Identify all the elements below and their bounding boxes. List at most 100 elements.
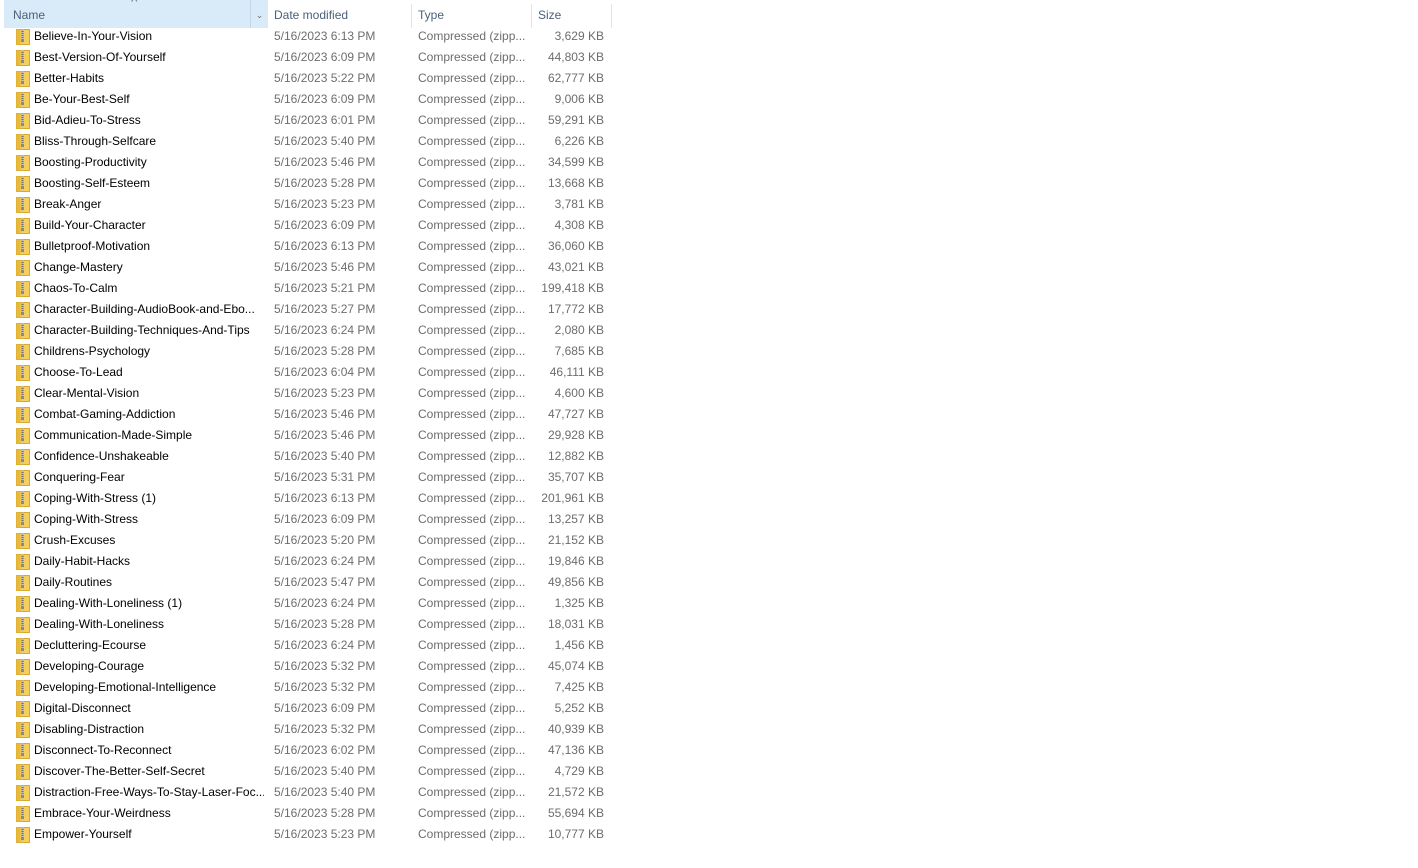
column-header-type[interactable]: Type: [412, 0, 532, 28]
file-row[interactable]: Discover-The-Better-Self-Secret 5/16/202…: [0, 761, 612, 782]
file-name: Combat-Gaming-Addiction: [34, 407, 176, 421]
file-row[interactable]: Best-Version-Of-Yourself 5/16/2023 6:09 …: [0, 47, 612, 68]
zip-folder-icon: [16, 470, 30, 486]
file-name: Dealing-With-Loneliness (1): [34, 596, 183, 610]
file-row[interactable]: Distraction-Free-Ways-To-Stay-Laser-Foc.…: [0, 782, 612, 803]
file-date-modified: 5/16/2023 6:04 PM: [274, 365, 376, 379]
file-size: 17,772 KB: [547, 302, 604, 316]
file-row[interactable]: Decluttering-Ecourse 5/16/2023 6:24 PM C…: [0, 635, 612, 656]
file-type: Compressed (zipp...: [418, 197, 526, 211]
file-row[interactable]: Developing-Courage 5/16/2023 5:32 PM Com…: [0, 656, 612, 677]
zip-folder-icon: [16, 512, 30, 528]
file-type: Compressed (zipp...: [418, 659, 526, 673]
file-date-modified: 5/16/2023 5:32 PM: [274, 659, 376, 673]
file-row[interactable]: Believe-In-Your-Vision 5/16/2023 6:13 PM…: [0, 26, 612, 47]
file-row[interactable]: Empower-Yourself 5/16/2023 5:23 PM Compr…: [0, 824, 612, 845]
column-divider[interactable]: [611, 4, 612, 28]
file-type: Compressed (zipp...: [418, 71, 526, 85]
file-type: Compressed (zipp...: [418, 281, 526, 295]
file-size: 13,668 KB: [547, 176, 604, 190]
file-row[interactable]: Coping-With-Stress 5/16/2023 6:09 PM Com…: [0, 509, 612, 530]
file-row[interactable]: Embrace-Your-Weirdness 5/16/2023 5:28 PM…: [0, 803, 612, 824]
zip-folder-icon: [16, 764, 30, 780]
file-row[interactable]: Daily-Habit-Hacks 5/16/2023 6:24 PM Comp…: [0, 551, 612, 572]
file-row[interactable]: Chaos-To-Calm 5/16/2023 5:21 PM Compress…: [0, 278, 612, 299]
file-row[interactable]: Crush-Excuses 5/16/2023 5:20 PM Compress…: [0, 530, 612, 551]
file-type: Compressed (zipp...: [418, 92, 526, 106]
file-row[interactable]: Conquering-Fear 5/16/2023 5:31 PM Compre…: [0, 467, 612, 488]
file-row[interactable]: Clear-Mental-Vision 5/16/2023 5:23 PM Co…: [0, 383, 612, 404]
file-row[interactable]: Communication-Made-Simple 5/16/2023 5:46…: [0, 425, 612, 446]
file-row[interactable]: Build-Your-Character 5/16/2023 6:09 PM C…: [0, 215, 612, 236]
file-row[interactable]: Coping-With-Stress (1) 5/16/2023 6:13 PM…: [0, 488, 612, 509]
zip-folder-icon: [16, 806, 30, 822]
file-row[interactable]: Bulletproof-Motivation 5/16/2023 6:13 PM…: [0, 236, 612, 257]
file-name: Character-Building-AudioBook-and-Ebo...: [34, 302, 255, 316]
file-row[interactable]: Boosting-Self-Esteem 5/16/2023 5:28 PM C…: [0, 173, 612, 194]
file-row[interactable]: Choose-To-Lead 5/16/2023 6:04 PM Compres…: [0, 362, 612, 383]
zip-folder-icon: [16, 344, 30, 360]
zip-folder-icon: [16, 680, 30, 696]
zip-folder-icon: [16, 407, 30, 423]
file-date-modified: 5/16/2023 5:28 PM: [274, 176, 376, 190]
file-type: Compressed (zipp...: [418, 722, 526, 736]
file-date-modified: 5/16/2023 5:46 PM: [274, 155, 376, 169]
file-type: Compressed (zipp...: [418, 449, 526, 463]
file-size: 4,600 KB: [554, 386, 604, 400]
zip-folder-icon: [16, 701, 30, 717]
file-type: Compressed (zipp...: [418, 806, 526, 820]
file-name: Boosting-Productivity: [34, 155, 147, 169]
file-row[interactable]: Confidence-Unshakeable 5/16/2023 5:40 PM…: [0, 446, 612, 467]
file-row[interactable]: Childrens-Psychology 5/16/2023 5:28 PM C…: [0, 341, 612, 362]
file-row[interactable]: Be-Your-Best-Self 5/16/2023 6:09 PM Comp…: [0, 89, 612, 110]
file-row[interactable]: Dealing-With-Loneliness (1) 5/16/2023 6:…: [0, 593, 612, 614]
file-name: Developing-Courage: [34, 659, 145, 673]
column-header-size[interactable]: Size: [532, 0, 611, 28]
file-size: 10,777 KB: [547, 827, 604, 841]
file-type: Compressed (zipp...: [418, 617, 526, 631]
file-row[interactable]: Disabling-Distraction 5/16/2023 5:32 PM …: [0, 719, 612, 740]
column-header-name-label: Name: [13, 8, 46, 22]
file-row[interactable]: Dealing-With-Loneliness 5/16/2023 5:28 P…: [0, 614, 612, 635]
zip-folder-icon: [16, 50, 30, 66]
file-row[interactable]: Character-Building-Techniques-And-Tips 5…: [0, 320, 612, 341]
file-size: 34,599 KB: [547, 155, 604, 169]
file-date-modified: 5/16/2023 5:40 PM: [274, 449, 376, 463]
file-row[interactable]: Combat-Gaming-Addiction 5/16/2023 5:46 P…: [0, 404, 612, 425]
file-row[interactable]: Change-Mastery 5/16/2023 5:46 PM Compres…: [0, 257, 612, 278]
file-row[interactable]: Disconnect-To-Reconnect 5/16/2023 6:02 P…: [0, 740, 612, 761]
zip-folder-icon: [16, 113, 30, 129]
file-type: Compressed (zipp...: [418, 323, 526, 337]
file-row[interactable]: Boosting-Productivity 5/16/2023 5:46 PM …: [0, 152, 612, 173]
file-date-modified: 5/16/2023 5:32 PM: [274, 722, 376, 736]
zip-folder-icon: [16, 197, 30, 213]
file-name: Empower-Yourself: [34, 827, 132, 841]
file-row[interactable]: Bliss-Through-Selfcare 5/16/2023 5:40 PM…: [0, 131, 612, 152]
file-size: 3,629 KB: [554, 29, 604, 43]
zip-folder-icon: [16, 827, 30, 843]
file-size: 1,456 KB: [554, 638, 604, 652]
column-header: Name ^ ⌄ Date modified Type Size: [0, 0, 612, 28]
file-date-modified: 5/16/2023 5:27 PM: [274, 302, 376, 316]
file-date-modified: 5/16/2023 6:09 PM: [274, 92, 376, 106]
file-name: Childrens-Psychology: [34, 344, 151, 358]
file-row[interactable]: Better-Habits 5/16/2023 5:22 PM Compress…: [0, 68, 612, 89]
zip-folder-icon: [16, 428, 30, 444]
column-filter-dropdown-button[interactable]: ⌄: [250, 0, 268, 28]
file-size: 7,685 KB: [554, 344, 604, 358]
file-size: 4,729 KB: [554, 764, 604, 778]
file-row[interactable]: Developing-Emotional-Intelligence 5/16/2…: [0, 677, 612, 698]
file-row[interactable]: Daily-Routines 5/16/2023 5:47 PM Compres…: [0, 572, 612, 593]
file-size: 35,707 KB: [547, 470, 604, 484]
file-row[interactable]: Break-Anger 5/16/2023 5:23 PM Compressed…: [0, 194, 612, 215]
file-row[interactable]: Character-Building-AudioBook-and-Ebo... …: [0, 299, 612, 320]
column-header-date-modified[interactable]: Date modified: [268, 0, 412, 28]
file-size: 44,803 KB: [547, 50, 604, 64]
file-date-modified: 5/16/2023 6:02 PM: [274, 743, 376, 757]
file-size: 55,694 KB: [547, 806, 604, 820]
file-date-modified: 5/16/2023 6:09 PM: [274, 512, 376, 526]
zip-folder-icon: [16, 323, 30, 339]
file-row[interactable]: Bid-Adieu-To-Stress 5/16/2023 6:01 PM Co…: [0, 110, 612, 131]
file-type: Compressed (zipp...: [418, 575, 526, 589]
file-row[interactable]: Digital-Disconnect 5/16/2023 6:09 PM Com…: [0, 698, 612, 719]
